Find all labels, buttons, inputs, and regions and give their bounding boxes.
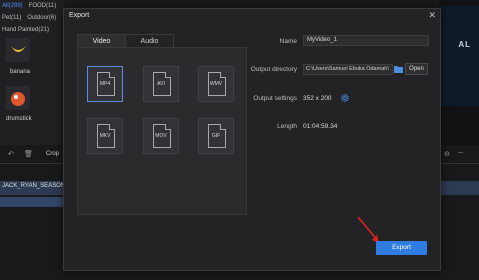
preview-text: AL — [458, 40, 471, 49]
tab-audio[interactable]: Audio — [125, 34, 174, 48]
zoom-out-icon[interactable]: ⊖ — [444, 150, 450, 158]
category-all[interactable]: All(299) — [2, 3, 23, 9]
name-input[interactable]: MyVideo_1 — [303, 35, 429, 46]
format-wmv[interactable]: WMV — [198, 66, 234, 102]
format-label: AVI — [157, 81, 165, 87]
close-icon[interactable]: ✕ — [428, 10, 436, 21]
folder-icon[interactable] — [394, 65, 403, 73]
category-row-3: Hand Painted(21) — [2, 27, 55, 33]
format-label: WMV — [209, 81, 223, 87]
format-mkv[interactable]: MKV — [87, 118, 123, 154]
dialog-title: Export — [69, 12, 90, 19]
format-label: MOV — [155, 133, 167, 139]
output-directory-label: Output directory — [250, 66, 297, 73]
tab-video[interactable]: Video — [77, 34, 126, 48]
category-hand-painted[interactable]: Hand Painted(21) — [2, 27, 49, 33]
format-avi[interactable]: AVI — [143, 66, 179, 102]
output-settings-value: 352 x 200 — [303, 95, 332, 102]
category-pet[interactable]: Pet(11) — [2, 15, 21, 21]
delete-icon[interactable]: 🗑 — [24, 150, 33, 158]
output-directory-input[interactable]: C:\Users\Samuel Ebuka Odamah\ — [303, 64, 393, 75]
format-mp4[interactable]: MP4 — [87, 66, 123, 102]
zoom-slider-icon[interactable]: ─ — [458, 150, 463, 157]
crop-button[interactable]: Crop — [46, 151, 59, 157]
category-food[interactable]: FOOD(11) — [29, 3, 57, 9]
drumstick-sticker-thumb[interactable] — [6, 86, 30, 110]
format-mov[interactable]: MOV — [143, 118, 179, 154]
category-outdoor[interactable]: Outdoor(6) — [27, 15, 56, 21]
preview-video — [439, 6, 479, 106]
output-settings-label: Output settings — [253, 95, 297, 102]
format-label: MP4 — [99, 81, 111, 87]
length-value: 01:04:59.34 — [303, 123, 338, 130]
length-label: Length — [277, 123, 297, 130]
thumb-label-drumstick: drumstick — [6, 116, 32, 122]
format-label: GIF — [211, 133, 221, 139]
category-row-1: All(299) FOOD(11) — [2, 3, 62, 9]
format-label: MKV — [99, 133, 111, 139]
drumstick-icon — [11, 92, 25, 106]
format-gif[interactable]: GIF — [198, 118, 234, 154]
format-grid: MP4 AVI WMV MKV MOV GIF — [77, 47, 247, 215]
undo-icon[interactable]: ↶ — [8, 150, 14, 158]
audio-track-clip[interactable] — [0, 197, 64, 207]
banana-sticker-thumb[interactable] — [6, 38, 30, 62]
category-row-2: Pet(11) Outdoor(6) — [2, 15, 62, 21]
export-dialog: Export ✕ Video Audio MP4 AVI WMV MKV MOV… — [63, 8, 441, 271]
name-label: Name — [279, 38, 297, 45]
gear-icon[interactable] — [340, 93, 350, 103]
open-button[interactable]: Open — [405, 63, 428, 75]
export-button[interactable]: Export — [376, 241, 427, 255]
banana-icon — [11, 46, 26, 52]
thumb-label-banana: banana — [10, 69, 31, 75]
